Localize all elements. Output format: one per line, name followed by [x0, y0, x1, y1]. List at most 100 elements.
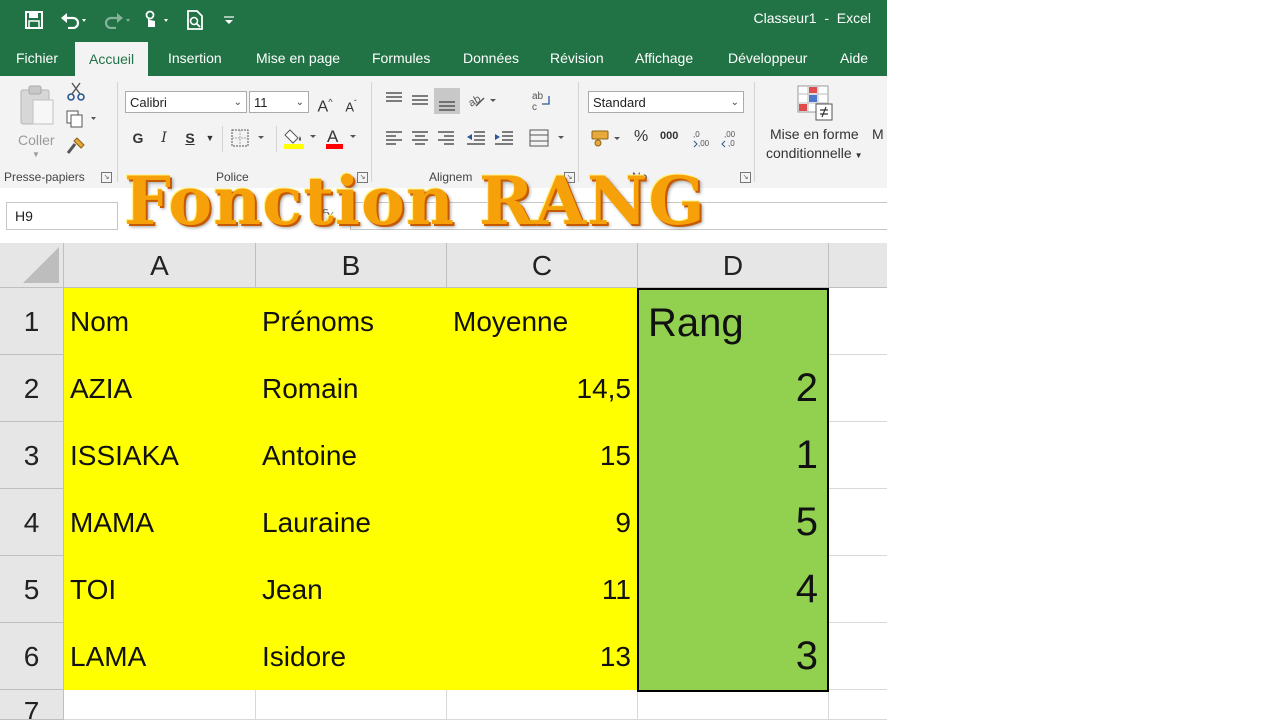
- align-bottom-icon[interactable]: [434, 88, 460, 114]
- align-middle-icon[interactable]: [410, 90, 430, 115]
- cell-e1[interactable]: [829, 288, 887, 355]
- decrease-font-size-icon[interactable]: Aˇ: [340, 94, 362, 117]
- increase-indent-icon[interactable]: [492, 128, 516, 153]
- tab-fichier[interactable]: Fichier: [16, 40, 58, 76]
- cell-a5[interactable]: TOI: [64, 556, 256, 623]
- cell-d2[interactable]: 2: [638, 355, 829, 422]
- column-header-a[interactable]: A: [64, 243, 256, 288]
- cell-b6[interactable]: Isidore: [256, 623, 447, 690]
- increase-font-size-icon[interactable]: A^: [314, 92, 336, 117]
- column-header-b[interactable]: B: [256, 243, 447, 288]
- accounting-format-icon[interactable]: [590, 128, 626, 153]
- cell-b2[interactable]: Romain: [256, 355, 447, 422]
- cell-c4[interactable]: 9: [447, 489, 638, 556]
- cell-b5[interactable]: Jean: [256, 556, 447, 623]
- cell-e3[interactable]: [829, 422, 887, 489]
- orientation-icon[interactable]: ab: [466, 90, 502, 115]
- align-center-icon[interactable]: [410, 128, 430, 153]
- cell-c7[interactable]: [447, 690, 638, 720]
- cell-d5[interactable]: 4: [638, 556, 829, 623]
- cell-c1[interactable]: Moyenne: [447, 288, 638, 355]
- cell-a3[interactable]: ISSIAKA: [64, 422, 256, 489]
- row-header[interactable]: 7: [0, 690, 64, 720]
- font-name-combo[interactable]: Calibri ⌄: [125, 91, 247, 113]
- decrease-indent-icon[interactable]: [464, 128, 488, 153]
- cell-a7[interactable]: [64, 690, 256, 720]
- cell-a4[interactable]: MAMA: [64, 489, 256, 556]
- tab-revision[interactable]: Révision: [550, 40, 604, 76]
- italic-button[interactable]: I: [154, 128, 174, 148]
- tab-donnees[interactable]: Données: [463, 40, 519, 76]
- tab-insertion[interactable]: Insertion: [168, 40, 222, 76]
- fill-color-icon[interactable]: [282, 126, 322, 155]
- tab-formules[interactable]: Formules: [372, 40, 430, 76]
- row-header[interactable]: 3: [0, 422, 64, 489]
- column-header-c[interactable]: C: [447, 243, 638, 288]
- tab-developpeur[interactable]: Développeur: [728, 40, 807, 76]
- tab-affichage[interactable]: Affichage: [635, 40, 693, 76]
- underline-dropdown-icon[interactable]: ▼: [204, 128, 216, 148]
- redo-icon[interactable]: [100, 8, 134, 32]
- cell-e5[interactable]: [829, 556, 887, 623]
- print-preview-icon[interactable]: [184, 8, 206, 32]
- paste-button[interactable]: Coller ▼: [14, 82, 60, 166]
- cell-e4[interactable]: [829, 489, 887, 556]
- customize-icon[interactable]: [220, 8, 238, 32]
- cell-b7[interactable]: [256, 690, 447, 720]
- conditional-formatting-button[interactable]: Mise en forme conditionnelle ▼: [762, 82, 866, 168]
- row-header[interactable]: 5: [0, 556, 64, 623]
- bold-button[interactable]: G: [128, 128, 148, 148]
- decrease-decimal-icon[interactable]: ,00,0: [720, 128, 742, 153]
- cell-c5[interactable]: 11: [447, 556, 638, 623]
- next-style-button-partial[interactable]: M: [872, 126, 884, 142]
- cell-e2[interactable]: [829, 355, 887, 422]
- tab-mise-en-page[interactable]: Mise en page: [256, 40, 340, 76]
- touch-mode-icon[interactable]: [140, 8, 174, 32]
- font-size-combo[interactable]: 11 ⌄: [249, 91, 309, 113]
- percent-style-button[interactable]: %: [634, 128, 648, 146]
- increase-decimal-icon[interactable]: ,0,00: [692, 128, 714, 153]
- align-left-icon[interactable]: [384, 128, 404, 153]
- tab-aide[interactable]: Aide: [840, 40, 868, 76]
- underline-button[interactable]: S: [180, 128, 200, 148]
- cell-d4[interactable]: 5: [638, 489, 829, 556]
- cell-e7[interactable]: [829, 690, 887, 720]
- cell-b4[interactable]: Lauraine: [256, 489, 447, 556]
- cell-b1[interactable]: Prénoms: [256, 288, 447, 355]
- merge-center-icon[interactable]: [528, 128, 568, 153]
- save-icon[interactable]: [22, 8, 46, 32]
- wrap-text-icon[interactable]: ab c: [530, 90, 552, 117]
- cell-a6[interactable]: LAMA: [64, 623, 256, 690]
- cell-d6[interactable]: 3: [638, 623, 829, 690]
- column-header-e-partial[interactable]: [829, 243, 887, 288]
- number-format-combo[interactable]: Standard ⌄: [588, 91, 744, 113]
- cell-a2[interactable]: AZIA: [64, 355, 256, 422]
- cell-d7[interactable]: [638, 690, 829, 720]
- row-header[interactable]: 1: [0, 288, 64, 355]
- cell-d3[interactable]: 1: [638, 422, 829, 489]
- name-box[interactable]: H9: [6, 202, 118, 230]
- row-header[interactable]: 2: [0, 355, 64, 422]
- tab-accueil[interactable]: Accueil: [75, 42, 149, 76]
- cell-c2[interactable]: 14,5: [447, 355, 638, 422]
- column-header-d[interactable]: D: [638, 243, 829, 288]
- cell-b3[interactable]: Antoine: [256, 422, 447, 489]
- align-right-icon[interactable]: [436, 128, 456, 153]
- cell-c3[interactable]: 15: [447, 422, 638, 489]
- cell-c6[interactable]: 13: [447, 623, 638, 690]
- align-top-icon[interactable]: [384, 90, 404, 115]
- undo-icon[interactable]: [58, 8, 92, 32]
- row-header[interactable]: 6: [0, 623, 64, 690]
- clipboard-launcher-icon[interactable]: ↘: [101, 172, 112, 183]
- copy-icon[interactable]: [64, 110, 100, 133]
- select-all-button[interactable]: [0, 243, 64, 288]
- cut-icon[interactable]: [66, 82, 86, 107]
- cell-a1[interactable]: Nom: [64, 288, 256, 355]
- font-color-icon[interactable]: A: [324, 126, 364, 155]
- row-header[interactable]: 4: [0, 489, 64, 556]
- cell-e6[interactable]: [829, 623, 887, 690]
- number-launcher-icon[interactable]: ↘: [740, 172, 751, 183]
- thousands-separator-button[interactable]: 000: [660, 130, 678, 142]
- cell-d1[interactable]: Rang: [638, 288, 829, 355]
- format-painter-icon[interactable]: [66, 136, 86, 161]
